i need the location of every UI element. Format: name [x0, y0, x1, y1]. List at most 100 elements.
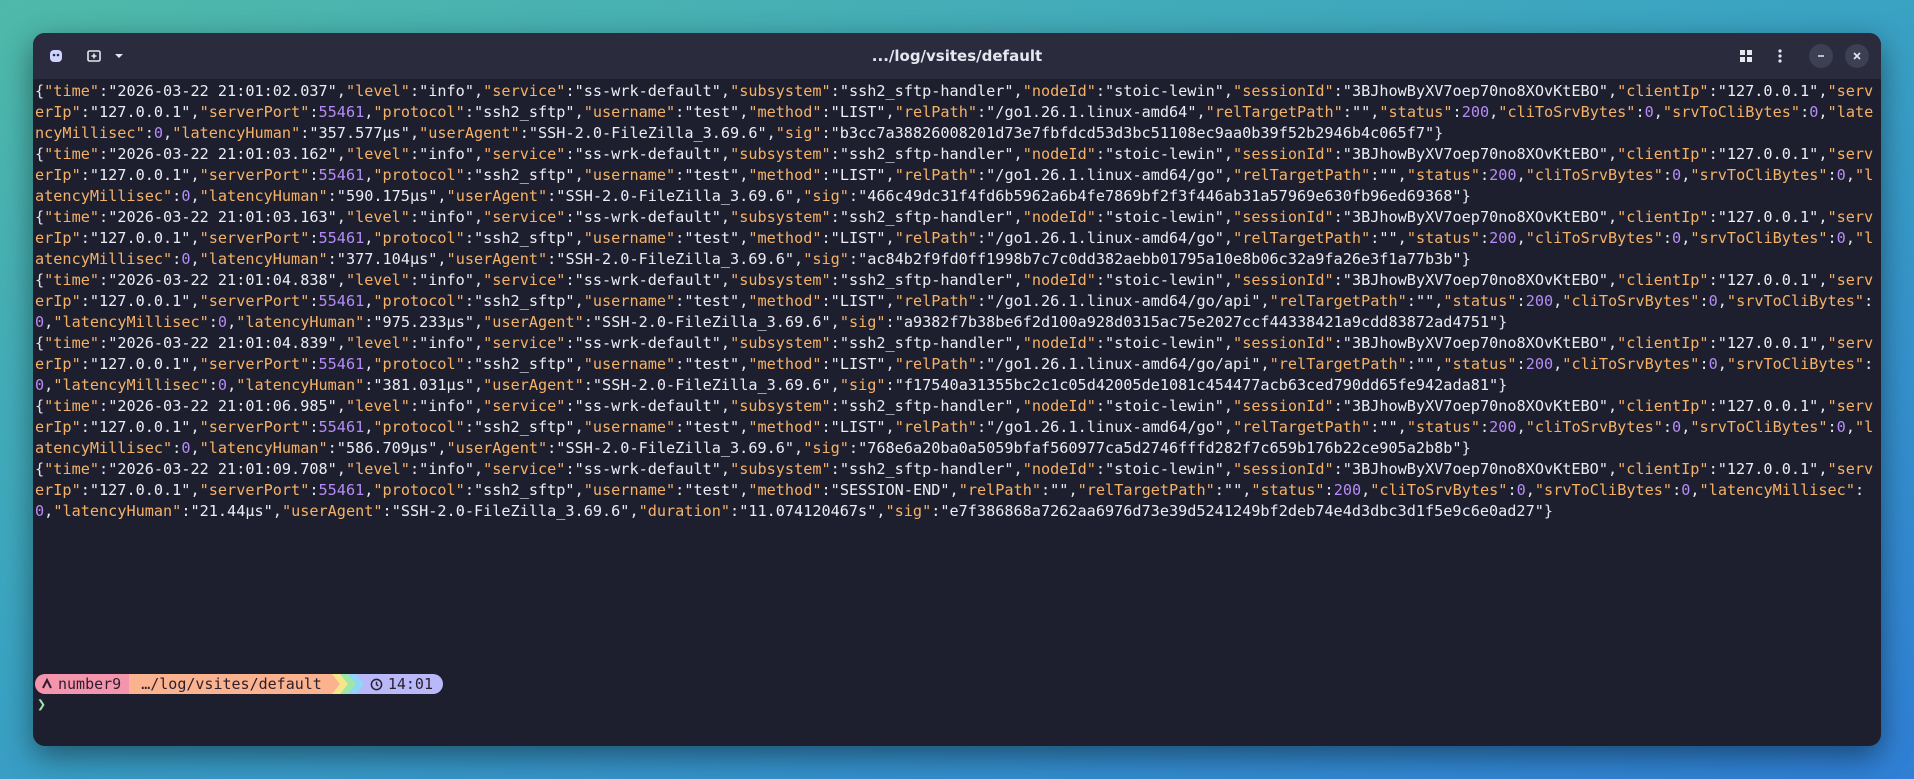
log-number: 200	[1461, 103, 1490, 121]
log-string: "SSH-2.0-FileZilla_3.69.6"	[556, 439, 795, 457]
log-string: "LIST"	[830, 355, 886, 373]
log-key: "latencyHuman"	[199, 439, 328, 457]
log-key: "subsystem"	[730, 271, 831, 289]
log-string: "ac84b2f9fd0ff1998b7c7c0dd382aebb01795a1…	[858, 250, 1462, 268]
log-string: "SSH-2.0-FileZilla_3.69.6"	[592, 313, 831, 331]
log-key: "level"	[345, 208, 410, 226]
log-line: {"time":"2026-03-22 21:01:06.985","level…	[35, 397, 1874, 457]
log-number: 0	[217, 376, 228, 394]
log-number: 200	[1489, 418, 1517, 436]
log-string: "LIST"	[830, 229, 886, 247]
log-string: "e7f386868a7262aa6976d73e39d5241249bf2de…	[940, 502, 1544, 520]
log-key: "time"	[44, 334, 100, 352]
log-string: "ss-wrk-default"	[574, 397, 721, 415]
log-key: "latencyHuman"	[236, 313, 365, 331]
log-string: "test"	[684, 166, 740, 184]
log-string: "ss-wrk-default"	[574, 271, 721, 289]
prompt-user-segment: number9	[35, 674, 130, 694]
log-string: ""	[1050, 481, 1069, 499]
log-key: "subsystem"	[730, 460, 831, 478]
log-key: "protocol"	[373, 292, 465, 310]
log-key: "service"	[483, 82, 566, 100]
shell-prompt: number9 …/log/vsites/default 14:01	[35, 674, 443, 694]
log-string: "357.577µs"	[309, 124, 410, 142]
log-string: "SSH-2.0-FileZilla_3.69.6"	[391, 502, 630, 520]
log-key: "cliToSrvBytes"	[1525, 166, 1663, 184]
log-key: "relTargetPath"	[1269, 355, 1407, 373]
log-string: "ssh2_sftp-handler"	[839, 145, 1014, 163]
log-string: "3BJhowByXV7oep70no8XOvKtEBO"	[1342, 271, 1608, 289]
log-number: 0	[1672, 166, 1682, 184]
log-key: "sessionId"	[1233, 397, 1334, 415]
minimize-icon[interactable]	[1809, 44, 1833, 68]
log-key: "userAgent"	[483, 313, 584, 331]
log-key: "relPath"	[894, 418, 977, 436]
log-string: "590.175µs"	[336, 187, 438, 205]
log-string: "ssh2_sftp-handler"	[839, 334, 1014, 352]
close-icon[interactable]	[1845, 44, 1869, 68]
log-key: "time"	[44, 145, 100, 163]
log-number: 0	[35, 502, 45, 520]
log-key: "serverPort"	[199, 418, 310, 436]
log-string: "ssh2_sftp-handler"	[839, 271, 1014, 289]
log-string: "/go1.26.1.linux-amd64/go"	[986, 229, 1224, 247]
log-key: "nodeId"	[1022, 145, 1096, 163]
log-string: "ss-wrk-default"	[574, 82, 721, 100]
log-key: "status"	[1443, 292, 1517, 310]
log-key: "srvToCliBytes"	[1690, 166, 1828, 184]
log-line: {"time":"2026-03-22 21:01:09.708","level…	[35, 460, 1874, 520]
log-key: "username"	[583, 166, 676, 184]
log-key: "status"	[1406, 166, 1480, 184]
log-string: "LIST"	[830, 418, 886, 436]
log-key: "srvToCliBytes"	[1690, 418, 1828, 436]
log-string: "21.44µs"	[190, 502, 273, 520]
log-string: "ssh2_sftp"	[473, 166, 575, 184]
log-string: "/go1.26.1.linux-amd64/go/api"	[986, 355, 1261, 373]
log-string: "127.0.0.1"	[89, 481, 191, 499]
log-number: 0	[1708, 292, 1718, 310]
log-key: "relPath"	[894, 103, 977, 121]
prompt-cursor[interactable]: ❯	[37, 695, 46, 713]
log-string: "3BJhowByXV7oep70no8XOvKtEBO"	[1342, 397, 1608, 415]
log-string: "11.074120467s"	[739, 502, 877, 520]
title-bar: .../log/vsites/default	[33, 33, 1881, 79]
log-key: "subsystem"	[730, 208, 831, 226]
log-string: "377.104µs"	[336, 250, 438, 268]
log-key: "serverPort"	[199, 229, 310, 247]
log-key: "protocol"	[373, 103, 465, 121]
log-string: "ssh2_sftp-handler"	[839, 397, 1014, 415]
log-key: "srvToCliBytes"	[1690, 229, 1828, 247]
log-key: "nodeId"	[1022, 334, 1096, 352]
grid-icon[interactable]	[1733, 43, 1759, 69]
log-key: "latencyHuman"	[236, 376, 365, 394]
log-string: ""	[1351, 103, 1371, 121]
log-key: "nodeId"	[1022, 271, 1096, 289]
prompt-path: …/log/vsites/default	[141, 675, 322, 693]
log-string: "127.0.0.1"	[89, 292, 191, 310]
log-key: "clientIp"	[1617, 334, 1709, 352]
log-number: 0	[35, 376, 45, 394]
log-key: "clientIp"	[1617, 271, 1709, 289]
log-key: "time"	[44, 271, 100, 289]
log-number: 0	[1644, 103, 1654, 121]
log-key: "clientIp"	[1617, 208, 1709, 226]
log-key: "sig"	[775, 124, 822, 142]
kebab-menu-icon[interactable]	[1767, 43, 1793, 69]
log-key: "sessionId"	[1233, 145, 1334, 163]
log-key: "cliToSrvBytes"	[1370, 481, 1508, 499]
log-key: "clientIp"	[1617, 397, 1709, 415]
log-key: "subsystem"	[730, 145, 831, 163]
log-string: "2026-03-22 21:01:03.162"	[108, 145, 337, 163]
log-string: "stoic-lewin"	[1105, 145, 1224, 163]
log-key: "username"	[583, 355, 676, 373]
log-number: 0	[1681, 481, 1691, 499]
log-string: "ssh2_sftp"	[473, 481, 575, 499]
terminal-output[interactable]: {"time":"2026-03-22 21:01:02.037","level…	[35, 81, 1881, 746]
log-key: "duration"	[638, 502, 731, 520]
log-key: "status"	[1443, 355, 1517, 373]
log-string: "info"	[419, 460, 474, 478]
log-key: "method"	[748, 292, 822, 310]
log-number: 55461	[318, 166, 365, 184]
log-key: "serverPort"	[199, 292, 310, 310]
log-key: "protocol"	[373, 229, 465, 247]
